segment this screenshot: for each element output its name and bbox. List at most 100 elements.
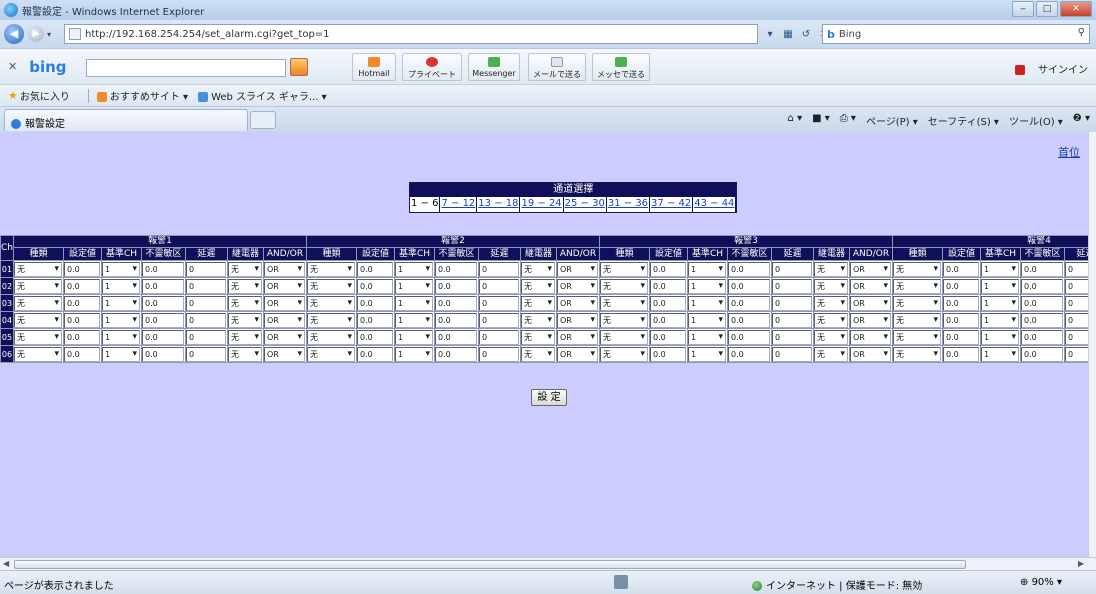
setting-input[interactable]: 0.0 <box>64 312 100 328</box>
channel-range-link[interactable]: 7 − 12 <box>440 197 478 212</box>
deadband-input[interactable]: 0.0 <box>435 329 477 345</box>
relay-select[interactable]: 无 <box>228 261 262 277</box>
compat-view-icon[interactable]: ▦ <box>780 29 796 40</box>
relay-select[interactable]: 无 <box>521 261 555 277</box>
relay-select[interactable]: 无 <box>521 329 555 345</box>
delay-input[interactable]: 0 <box>479 312 519 328</box>
base-ch-select[interactable]: 1 <box>395 295 433 311</box>
logic-select[interactable]: OR <box>557 295 598 311</box>
type-select[interactable]: 无 <box>307 278 355 294</box>
deadband-input[interactable]: 0.0 <box>142 346 184 362</box>
setting-input[interactable]: 0.0 <box>64 278 100 294</box>
minimize-button[interactable]: ‒ <box>1012 1 1034 17</box>
page-menu[interactable]: ページ(P) ▾ <box>866 113 918 128</box>
deadband-input[interactable]: 0.0 <box>1021 278 1063 294</box>
top-link[interactable]: 首位 <box>1058 144 1080 160</box>
logic-select[interactable]: OR <box>264 329 305 345</box>
setting-input[interactable]: 0.0 <box>64 346 100 362</box>
logic-select[interactable]: OR <box>557 261 598 277</box>
logic-select[interactable]: OR <box>557 329 598 345</box>
logic-select[interactable]: OR <box>264 295 305 311</box>
vertical-scrollbar[interactable] <box>1088 132 1096 557</box>
setting-input[interactable]: 0.0 <box>943 278 979 294</box>
base-ch-select[interactable]: 1 <box>102 312 140 328</box>
base-ch-select[interactable]: 1 <box>102 278 140 294</box>
type-select[interactable]: 无 <box>307 346 355 362</box>
base-ch-select[interactable]: 1 <box>102 261 140 277</box>
setting-input[interactable]: 0.0 <box>650 312 686 328</box>
search-field[interactable]: b Bing ⚲ <box>822 24 1090 44</box>
deadband-input[interactable]: 0.0 <box>728 261 770 277</box>
deadband-input[interactable]: 0.0 <box>142 295 184 311</box>
maximize-button[interactable]: □ <box>1036 1 1058 17</box>
set-button[interactable]: 設 定 <box>531 389 567 406</box>
type-select[interactable]: 无 <box>600 261 648 277</box>
help-menu[interactable]: ❷ ▾ <box>1073 113 1090 128</box>
base-ch-select[interactable]: 1 <box>981 261 1019 277</box>
search-icon[interactable]: ⚲ <box>1078 27 1085 38</box>
base-ch-select[interactable]: 1 <box>981 329 1019 345</box>
delay-input[interactable]: 0 <box>772 261 812 277</box>
relay-select[interactable]: 无 <box>814 312 848 328</box>
delay-input[interactable]: 0 <box>186 346 226 362</box>
deadband-input[interactable]: 0.0 <box>1021 261 1063 277</box>
setting-input[interactable]: 0.0 <box>650 346 686 362</box>
type-select[interactable]: 无 <box>893 312 941 328</box>
scroll-left-icon[interactable]: ◀ <box>3 559 9 568</box>
tab-alarm-settings[interactable]: 報警設定 <box>4 109 248 131</box>
type-select[interactable]: 无 <box>893 278 941 294</box>
setting-input[interactable]: 0.0 <box>357 261 393 277</box>
relay-select[interactable]: 无 <box>814 346 848 362</box>
logic-select[interactable]: OR <box>850 261 891 277</box>
type-select[interactable]: 无 <box>893 261 941 277</box>
relay-select[interactable]: 无 <box>521 346 555 362</box>
setting-input[interactable]: 0.0 <box>64 261 100 277</box>
relay-select[interactable]: 无 <box>814 329 848 345</box>
refresh-icon[interactable]: ↺ <box>798 29 814 40</box>
deadband-input[interactable]: 0.0 <box>435 261 477 277</box>
sign-in-link[interactable]: サインイン <box>1014 61 1088 76</box>
deadband-input[interactable]: 0.0 <box>1021 329 1063 345</box>
delay-input[interactable]: 0 <box>479 295 519 311</box>
base-ch-select[interactable]: 1 <box>981 278 1019 294</box>
type-select[interactable]: 无 <box>600 329 648 345</box>
zoom-level[interactable]: ⊕ 90% ▾ <box>1020 577 1062 588</box>
type-select[interactable]: 无 <box>14 295 62 311</box>
url-field[interactable]: http://192.168.254.254/set_alarm.cgi?get… <box>64 24 758 44</box>
type-select[interactable]: 无 <box>14 329 62 345</box>
base-ch-select[interactable]: 1 <box>688 346 726 362</box>
channel-range-link[interactable]: 43 − 44 <box>693 197 737 212</box>
base-ch-select[interactable]: 1 <box>395 278 433 294</box>
relay-select[interactable]: 无 <box>228 295 262 311</box>
tools-menu[interactable]: ツール(O) ▾ <box>1009 113 1063 128</box>
deadband-input[interactable]: 0.0 <box>728 312 770 328</box>
type-select[interactable]: 无 <box>14 312 62 328</box>
send-messenger-button[interactable]: メッセで送る <box>592 53 650 81</box>
send-mail-button[interactable]: メールで送る <box>528 53 586 81</box>
delay-input[interactable]: 0 <box>1065 295 1088 311</box>
url-text[interactable]: http://192.168.254.254/set_alarm.cgi?get… <box>85 29 330 40</box>
type-select[interactable]: 无 <box>600 295 648 311</box>
relay-select[interactable]: 无 <box>521 278 555 294</box>
new-tab-button[interactable] <box>250 111 276 129</box>
logic-select[interactable]: OR <box>557 278 598 294</box>
scroll-right-icon[interactable]: ▶ <box>1078 559 1084 568</box>
relay-select[interactable]: 无 <box>521 295 555 311</box>
type-select[interactable]: 无 <box>307 329 355 345</box>
logic-select[interactable]: OR <box>264 261 305 277</box>
delay-input[interactable]: 0 <box>479 278 519 294</box>
suggested-sites-link[interactable]: おすすめサイト ▾ <box>96 88 188 103</box>
setting-input[interactable]: 0.0 <box>943 329 979 345</box>
type-select[interactable]: 无 <box>600 312 648 328</box>
relay-select[interactable]: 无 <box>521 312 555 328</box>
bing-search-button[interactable] <box>290 58 308 76</box>
logic-select[interactable]: OR <box>264 278 305 294</box>
logic-select[interactable]: OR <box>557 346 598 362</box>
delay-input[interactable]: 0 <box>1065 346 1088 362</box>
setting-input[interactable]: 0.0 <box>943 295 979 311</box>
setting-input[interactable]: 0.0 <box>357 329 393 345</box>
logic-select[interactable]: OR <box>557 312 598 328</box>
deadband-input[interactable]: 0.0 <box>728 278 770 294</box>
base-ch-select[interactable]: 1 <box>395 261 433 277</box>
logic-select[interactable]: OR <box>850 278 891 294</box>
